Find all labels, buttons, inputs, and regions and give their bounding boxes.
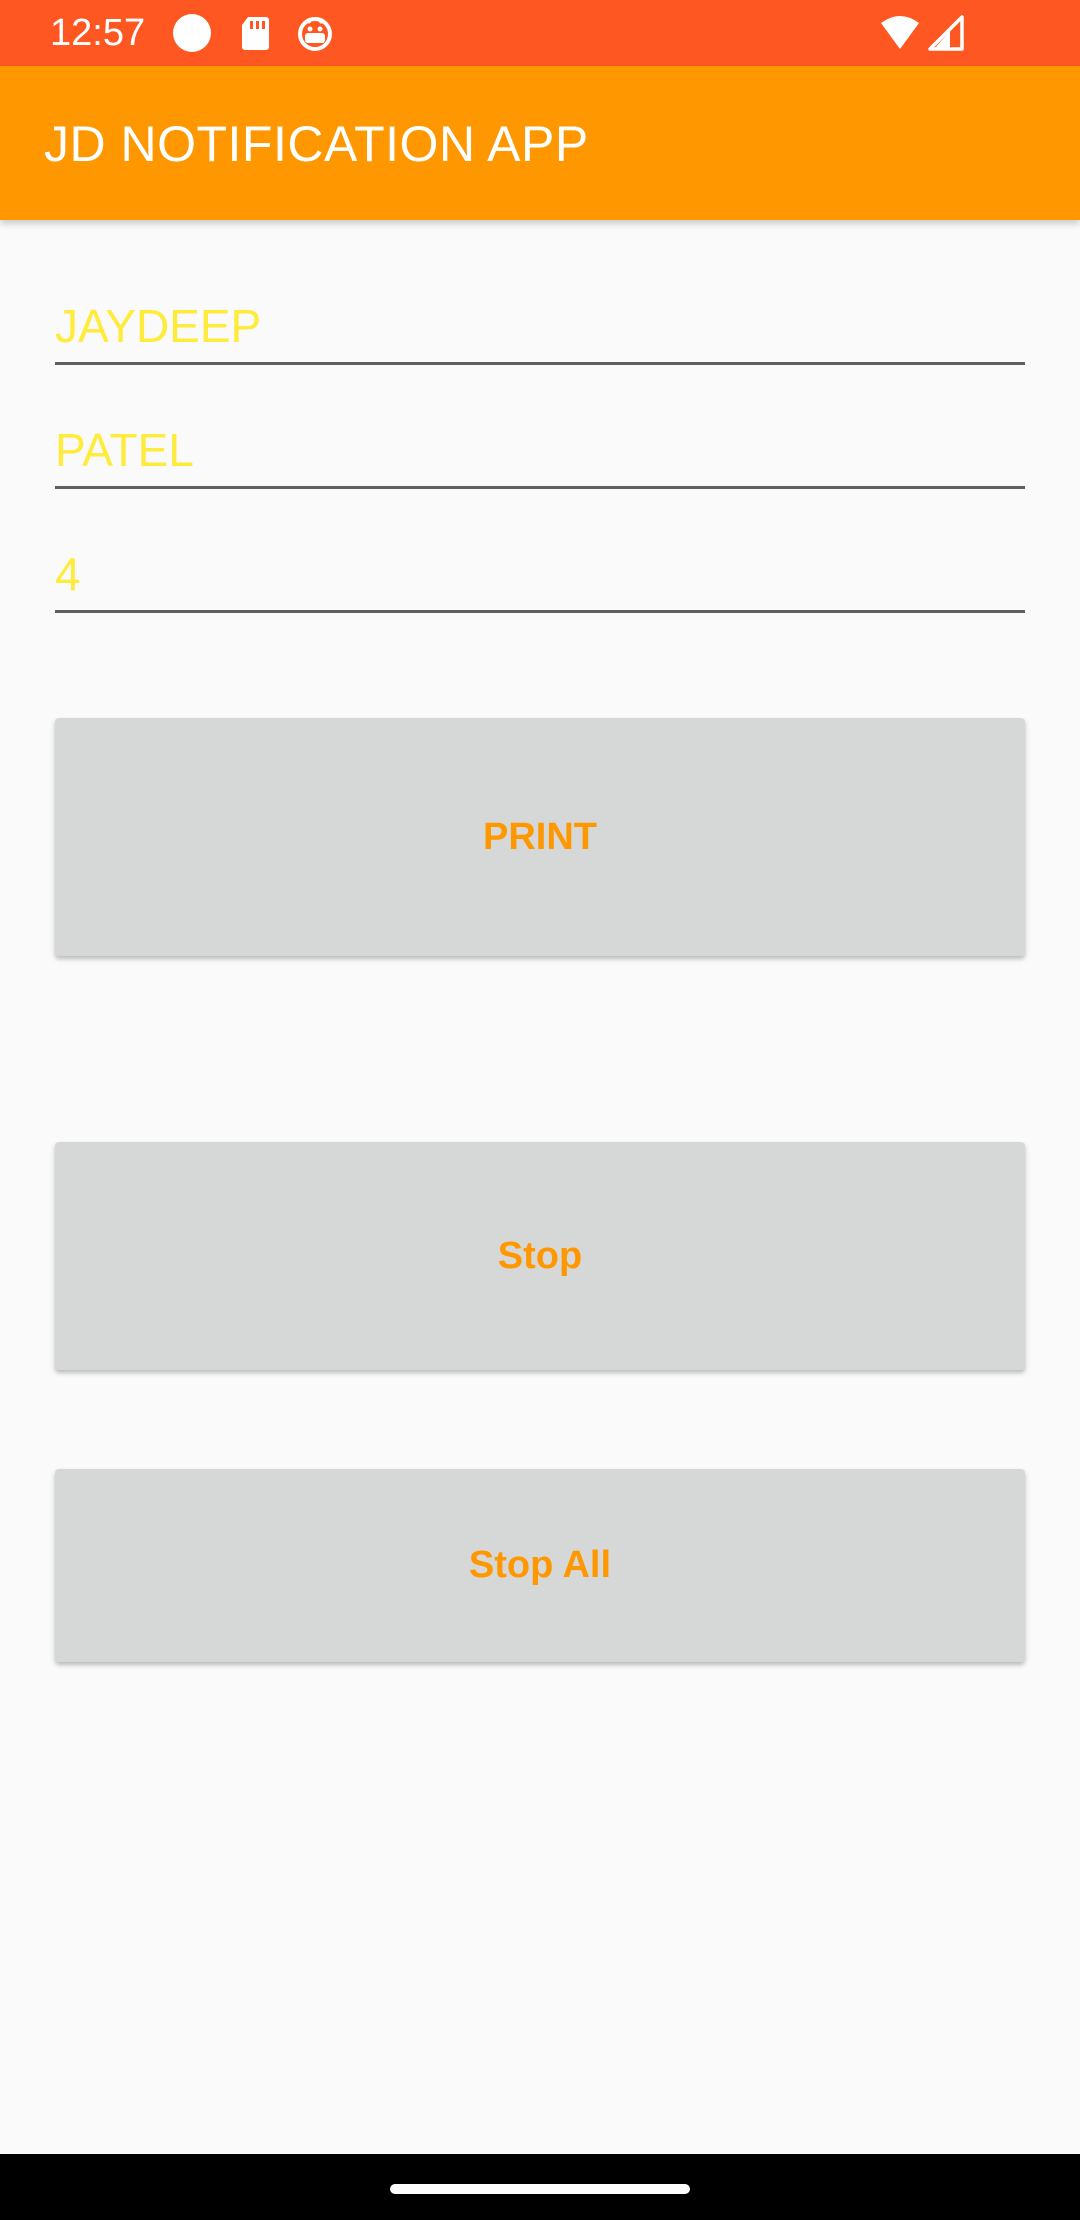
home-gesture-handle[interactable] <box>390 2184 690 2194</box>
last-name-input[interactable] <box>55 419 1025 486</box>
last-name-field[interactable] <box>55 419 1025 489</box>
status-bar: 12:57 <box>0 0 1080 66</box>
navigation-bar <box>0 2154 1080 2220</box>
first-name-field[interactable] <box>55 295 1025 365</box>
print-button[interactable]: PRINT <box>55 718 1025 956</box>
sd-card-icon <box>236 13 276 53</box>
android-debug-icon <box>295 13 335 53</box>
app-title: JD NOTIFICATION APP <box>44 116 589 172</box>
stop-button[interactable]: Stop <box>55 1142 1025 1370</box>
circle-icon <box>172 13 212 53</box>
app-screen: 12:57 JD NOTIFICATION APP PRINT Stop Sto… <box>0 0 1080 2220</box>
signal-icon <box>926 13 966 53</box>
number-input[interactable] <box>55 543 1025 610</box>
wifi-icon <box>880 13 920 53</box>
first-name-input[interactable] <box>55 295 1025 362</box>
app-bar: JD NOTIFICATION APP <box>0 66 1080 220</box>
stop-all-button[interactable]: Stop All <box>55 1469 1025 1662</box>
status-time: 12:57 <box>50 12 146 54</box>
number-field[interactable] <box>55 543 1025 613</box>
